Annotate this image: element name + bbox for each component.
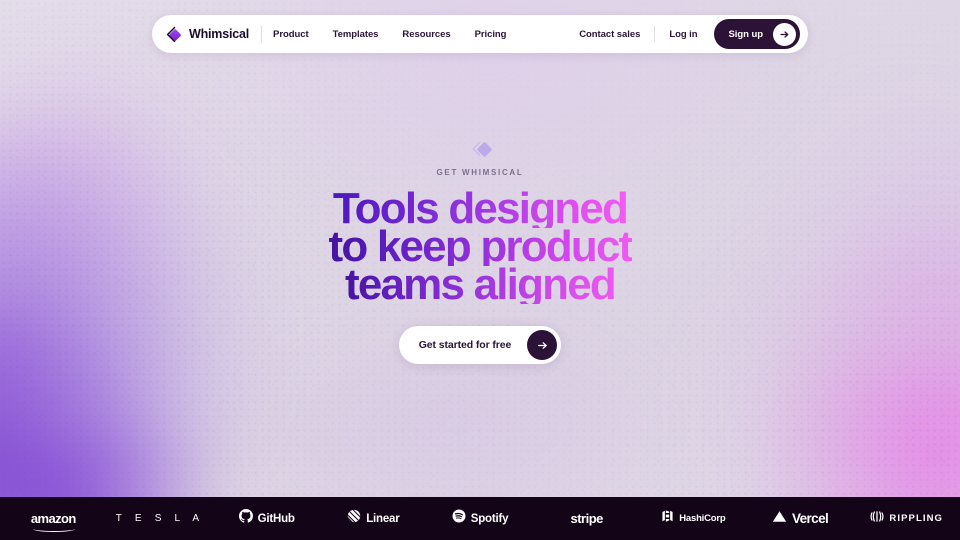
rippling-icon: [870, 510, 884, 528]
logo-hashicorp-label: HashiCorp: [679, 513, 726, 524]
nav-item-templates[interactable]: Templates: [333, 29, 379, 40]
sign-up-button[interactable]: Sign up: [713, 19, 800, 49]
customer-logo-bar: amazon T E S L A GitHub Linear Spotify s…: [0, 497, 960, 540]
whimsical-diamond-icon: [166, 26, 183, 43]
brand-name: Whimsical: [189, 27, 250, 41]
logo-github[interactable]: GitHub: [213, 497, 320, 540]
logo-linear-label: Linear: [366, 512, 400, 525]
arrow-right-icon: [527, 330, 558, 360]
amazon-smile-icon: [32, 526, 75, 532]
logo-rippling-label: RIPPLING: [889, 513, 944, 524]
sign-up-label: Sign up: [728, 28, 764, 40]
github-octocat-icon: [238, 509, 253, 528]
logo-spotify-label: Spotify: [470, 512, 509, 525]
nav-actions: Contact sales Log in Sign up: [579, 19, 800, 49]
logo-amazon-label: amazon: [30, 510, 76, 526]
get-started-label: Get started for free: [418, 339, 512, 351]
hero-eyebrow: GET WHIMSICAL: [436, 168, 524, 177]
navbar: Whimsical Product Templates Resources Pr…: [152, 15, 808, 53]
logo-hashicorp[interactable]: HashiCorp: [640, 497, 747, 540]
logo-stripe[interactable]: stripe: [533, 497, 640, 540]
nav-item-product[interactable]: Product: [273, 29, 309, 40]
logo-vercel[interactable]: Vercel: [747, 497, 854, 540]
nav-actions-divider: [654, 26, 656, 42]
logo-tesla[interactable]: T E S L A: [107, 497, 214, 540]
nav-item-pricing[interactable]: Pricing: [475, 29, 507, 40]
logo-linear[interactable]: Linear: [320, 497, 427, 540]
brand-logo[interactable]: Whimsical: [166, 26, 249, 43]
logo-tesla-label: T E S L A: [115, 513, 205, 524]
logo-stripe-label: stripe: [570, 511, 603, 526]
logo-spotify[interactable]: Spotify: [427, 497, 534, 540]
hashicorp-icon: [661, 509, 674, 528]
arrow-right-icon: [773, 22, 796, 46]
hero-section: GET WHIMSICAL Tools designed to keep pro…: [0, 0, 960, 497]
contact-sales-link[interactable]: Contact sales: [579, 29, 640, 40]
nav-divider: [261, 25, 263, 43]
logo-amazon[interactable]: amazon: [0, 497, 107, 540]
headline-line-3: teams aligned: [328, 263, 631, 307]
log-in-link[interactable]: Log in: [669, 29, 697, 40]
logo-rippling[interactable]: RIPPLING: [853, 497, 960, 540]
page-title: Tools designed to keep product teams ali…: [328, 187, 633, 307]
nav-links: Product Templates Resources Pricing: [273, 29, 506, 40]
logo-github-label: GitHub: [257, 512, 295, 525]
spotify-icon: [452, 509, 466, 528]
vercel-triangle-icon: [772, 510, 787, 528]
nav-item-resources[interactable]: Resources: [402, 29, 450, 40]
get-started-button[interactable]: Get started for free: [398, 326, 562, 364]
hero-whimsical-diamond-icon: [467, 140, 493, 162]
linear-striped-circle-icon: [347, 509, 361, 528]
logo-vercel-label: Vercel: [791, 511, 829, 526]
page-root: Whimsical Product Templates Resources Pr…: [0, 0, 960, 540]
